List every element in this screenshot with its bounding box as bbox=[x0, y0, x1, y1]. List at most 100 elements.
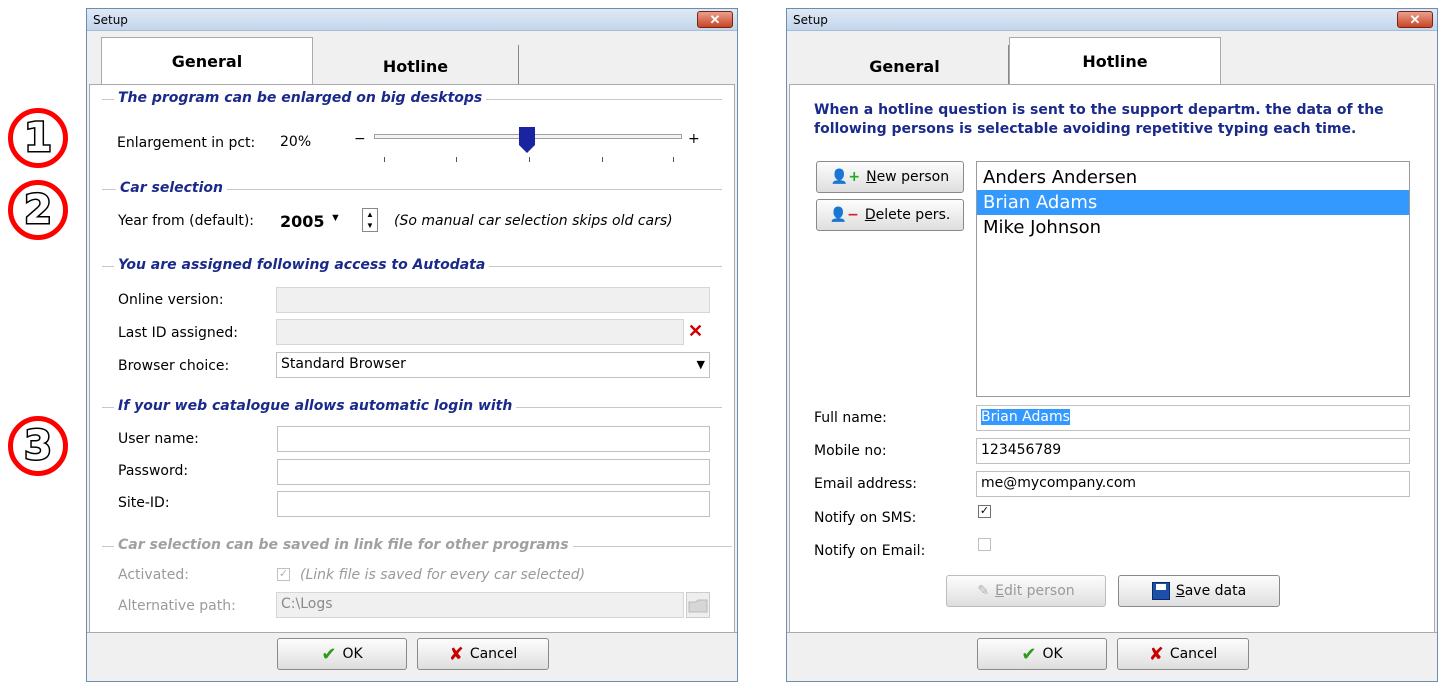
browser-value: Standard Browser bbox=[281, 356, 406, 372]
title-bar: Setup ✕ bbox=[787, 9, 1437, 31]
save-data-button[interactable]: Save data bbox=[1118, 575, 1280, 607]
lastid-label: Last ID assigned: bbox=[118, 325, 239, 341]
link-group-title: Car selection can be saved in link file … bbox=[114, 537, 573, 553]
password-input[interactable] bbox=[277, 459, 710, 485]
tab-general[interactable]: General bbox=[101, 37, 313, 84]
save-label: ave data bbox=[1184, 583, 1247, 599]
spin-up-icon[interactable]: ▲ bbox=[363, 209, 377, 220]
car-group-title: Car selection bbox=[116, 180, 227, 196]
clear-icon[interactable]: ✕ bbox=[688, 321, 703, 342]
year-note: (So manual car selection skips old cars) bbox=[394, 213, 673, 229]
footer-separator bbox=[787, 632, 1437, 633]
folder-icon bbox=[686, 592, 710, 618]
enlarge-group-title: The program can be enlarged on big deskt… bbox=[114, 90, 487, 106]
year-select[interactable]: 2005 ▼ bbox=[276, 208, 356, 234]
new-person-label: ew person bbox=[876, 169, 950, 185]
fullname-label: Full name: bbox=[814, 410, 887, 426]
cancel-button[interactable]: ✘ Cancel bbox=[1117, 638, 1249, 670]
ok-button[interactable]: ✔ OK bbox=[977, 638, 1107, 670]
sms-label: Notify on SMS: bbox=[814, 510, 917, 526]
tab-general[interactable]: General bbox=[801, 45, 1009, 87]
access-group-title: You are assigned following access to Aut… bbox=[114, 257, 490, 273]
save-hotkey: S bbox=[1175, 583, 1185, 599]
edit-hotkey: E bbox=[995, 583, 1004, 599]
cancel-x-icon: ✘ bbox=[448, 643, 464, 665]
year-spinner[interactable]: ▲ ▼ bbox=[362, 208, 378, 232]
close-button[interactable]: ✕ bbox=[1397, 11, 1433, 28]
activated-checkbox: ✓ bbox=[277, 568, 290, 581]
list-item[interactable]: Anders Andersen bbox=[977, 165, 1409, 190]
chevron-down-icon[interactable]: ▼ bbox=[330, 212, 341, 224]
list-item[interactable]: Mike Johnson bbox=[977, 215, 1409, 240]
enlarge-input[interactable]: 20% bbox=[276, 131, 328, 157]
email-label: Email address: bbox=[814, 476, 918, 492]
new-person-hotkey: N bbox=[866, 169, 877, 185]
notify-email-label: Notify on Email: bbox=[814, 543, 926, 559]
edit-label: dit person bbox=[1003, 583, 1075, 599]
slider-plus[interactable]: + bbox=[688, 131, 700, 147]
cancel-button[interactable]: ✘ Cancel bbox=[417, 638, 549, 670]
browser-select[interactable]: Standard Browser ▼ bbox=[276, 352, 710, 378]
user-label: User name: bbox=[118, 431, 199, 447]
last-id-field bbox=[276, 319, 684, 345]
activated-label: Activated: bbox=[118, 567, 189, 583]
online-label: Online version: bbox=[118, 292, 224, 308]
spin-down-icon[interactable]: ▼ bbox=[363, 220, 377, 231]
cancel-label: Cancel bbox=[469, 646, 518, 662]
login-group-title: If your web catalogue allows automatic l… bbox=[114, 398, 517, 414]
add-user-icon: 👤+ bbox=[830, 169, 861, 185]
email-input[interactable]: me@mycompany.com bbox=[976, 471, 1410, 497]
notify-sms-checkbox[interactable]: ✓ bbox=[978, 505, 991, 518]
general-panel: The program can be enlarged on big deskt… bbox=[89, 84, 735, 633]
title-bar: Setup ✕ bbox=[87, 9, 737, 31]
callout-badge-2: 2 bbox=[8, 180, 68, 240]
altpath-field: C:\Logs bbox=[276, 592, 684, 618]
slider-minus[interactable]: − bbox=[354, 131, 366, 147]
ok-button[interactable]: ✔ OK bbox=[277, 638, 407, 670]
new-person-button[interactable]: 👤+ New person bbox=[816, 161, 964, 193]
slider-ticks bbox=[384, 157, 674, 162]
tab-hotline[interactable]: Hotline bbox=[313, 45, 519, 87]
delete-hotkey: D bbox=[864, 207, 876, 223]
password-label: Password: bbox=[118, 463, 189, 479]
delete-label: elete pers. bbox=[875, 207, 951, 223]
ok-label: OK bbox=[1042, 646, 1063, 662]
full-name-value: Brian Adams bbox=[981, 409, 1070, 425]
user-name-input[interactable] bbox=[277, 426, 710, 452]
site-id-input[interactable] bbox=[277, 491, 710, 517]
cancel-label: Cancel bbox=[1169, 646, 1218, 662]
notify-email-checkbox[interactable] bbox=[978, 538, 991, 551]
setup-dialog-general: Setup ✕ General Hotline The program can … bbox=[86, 8, 738, 682]
remove-user-icon: 👤− bbox=[829, 207, 859, 223]
enlarge-label: Enlargement in pct: bbox=[117, 135, 256, 151]
footer-separator bbox=[87, 632, 737, 633]
setup-dialog-hotline: Setup ✕ General Hotline When a hotline q… bbox=[786, 8, 1438, 682]
hotline-intro: When a hotline question is sent to the s… bbox=[814, 102, 1384, 137]
callout-badge-1: 1 bbox=[8, 108, 68, 168]
list-item[interactable]: Brian Adams bbox=[977, 190, 1409, 215]
delete-person-button[interactable]: 👤− Delete pers. bbox=[816, 199, 964, 231]
full-name-input[interactable]: Brian Adams bbox=[976, 405, 1410, 431]
chevron-down-icon[interactable]: ▼ bbox=[697, 358, 705, 371]
edit-icon: ✎ bbox=[977, 583, 990, 599]
callout-badge-3: 3 bbox=[8, 416, 68, 476]
mobile-label: Mobile no: bbox=[814, 443, 887, 459]
edit-person-button: ✎ Edit person bbox=[946, 575, 1106, 607]
mobile-input[interactable]: 123456789 bbox=[976, 438, 1410, 464]
tab-hotline[interactable]: Hotline bbox=[1009, 37, 1221, 84]
site-label: Site-ID: bbox=[118, 495, 170, 511]
ok-label: OK bbox=[342, 646, 363, 662]
window-title: Setup bbox=[93, 13, 128, 27]
checkmark-icon: ✔ bbox=[1021, 643, 1037, 665]
enlarge-slider-thumb[interactable] bbox=[519, 127, 535, 153]
tab-bar: General Hotline bbox=[87, 32, 737, 87]
browser-label: Browser choice: bbox=[118, 358, 230, 374]
activated-note: (Link file is saved for every car select… bbox=[300, 567, 586, 583]
cancel-x-icon: ✘ bbox=[1148, 643, 1164, 665]
window-title: Setup bbox=[793, 13, 828, 27]
tab-bar: General Hotline bbox=[787, 32, 1437, 87]
floppy-icon bbox=[1151, 582, 1170, 600]
persons-list[interactable]: Anders Andersen Brian Adams Mike Johnson bbox=[976, 161, 1410, 397]
close-button[interactable]: ✕ bbox=[697, 11, 733, 28]
online-version-field bbox=[276, 287, 710, 313]
